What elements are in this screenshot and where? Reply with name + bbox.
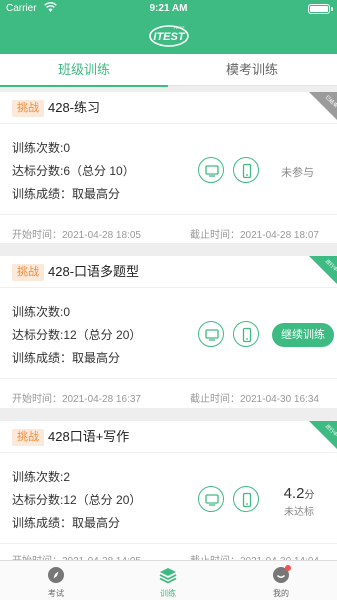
status-corner-ribbon: 进行中 — [309, 256, 337, 284]
tab-bar: 班级训练 模考训练 — [0, 54, 337, 87]
card-title: 428-练习 — [48, 100, 101, 115]
nav-exam[interactable]: 考试 — [0, 561, 112, 600]
start-time: 开始时间：2021-04-28 14:05 — [12, 552, 141, 560]
nav-label: 我的 — [273, 589, 289, 598]
tab-mock-training[interactable]: 模考训练 — [168, 54, 336, 86]
challenge-badge: 挑战 — [12, 429, 44, 446]
battery-cap — [331, 7, 333, 11]
participation-status: 未参与 — [281, 167, 314, 179]
tab-label: 模考训练 — [225, 62, 278, 77]
computer-mode-button[interactable] — [198, 486, 224, 512]
mobile-mode-button[interactable] — [233, 321, 259, 347]
score-value: 4.2 — [283, 485, 305, 502]
start-time: 开始时间：2021-04-28 16:37 — [12, 394, 141, 405]
pass-score: 达标分数:12（总分 20） — [12, 328, 142, 342]
computer-mode-button[interactable] — [198, 321, 224, 347]
status-corner-ribbon: 进行中 — [309, 421, 337, 449]
monitor-icon — [205, 329, 219, 341]
continue-training-button[interactable]: 继续训练 — [272, 323, 334, 347]
challenge-badge: 挑战 — [12, 100, 44, 117]
nav-label: 考试 — [48, 589, 64, 598]
itest-logo: ITEST FLTRP — [148, 22, 190, 48]
attempt-count: 训练次数:2 — [12, 470, 71, 484]
attempt-count: 训练次数:0 — [12, 141, 71, 155]
status-corner-ribbon: 已结束 — [309, 92, 337, 120]
compass-icon — [48, 567, 64, 583]
monitor-icon — [205, 494, 219, 506]
logo-small-text: FLTRP — [174, 26, 185, 30]
card-title: 428口语+写作 — [48, 429, 130, 444]
training-card[interactable]: 挑战 428-口语多题型 进行中 训练次数:0 达标分数:12（总分 20） 训… — [0, 256, 337, 408]
phone-icon — [242, 163, 252, 179]
card-header: 挑战 428-口语多题型 — [0, 256, 337, 288]
start-time: 开始时间：2021-04-28 18:05 — [12, 230, 141, 241]
clock-label: 9:21 AM — [149, 3, 188, 14]
notification-dot — [285, 565, 291, 571]
monitor-icon — [205, 165, 219, 177]
logo-text: ITEST — [153, 31, 185, 43]
tab-class-training[interactable]: 班级训练 — [0, 54, 168, 87]
nav-label: 训练 — [160, 589, 176, 598]
card-header: 挑战 428口语+写作 — [0, 421, 337, 453]
end-time: 截止时间：2021-04-30 14:04 — [190, 552, 319, 560]
nav-profile[interactable]: 我的 — [225, 561, 337, 600]
mobile-mode-button[interactable] — [233, 486, 259, 512]
training-card[interactable]: 挑战 428-练习 已结束 训练次数:0 达标分数:6（总分 10） 训练成绩：… — [0, 92, 337, 243]
card-title: 428-口语多题型 — [48, 264, 140, 279]
score-unit: 分 — [304, 490, 315, 501]
card-divider — [0, 543, 337, 544]
score-display: 4.2分 未达标 — [276, 485, 322, 518]
card-divider — [0, 378, 337, 379]
end-time: 截止时间：2021-04-30 16:34 — [190, 394, 319, 405]
pass-score: 达标分数:12（总分 20） — [12, 493, 142, 507]
score-rule: 训练成绩：取最高分 — [12, 516, 121, 530]
phone-icon — [242, 327, 252, 343]
header-bar: Carrier 9:21 AM ITEST FLTRP — [0, 0, 337, 54]
mobile-mode-button[interactable] — [233, 157, 259, 183]
score-rule: 训练成绩：取最高分 — [12, 187, 121, 201]
tab-label: 班级训练 — [57, 62, 110, 77]
score-rule: 训练成绩：取最高分 — [12, 351, 121, 365]
bottom-navigation: 考试 训练 我的 — [0, 560, 337, 600]
nav-training[interactable]: 训练 — [112, 561, 224, 600]
layers-icon — [159, 568, 177, 584]
battery-icon — [308, 4, 330, 14]
pass-score: 达标分数:6（总分 10） — [12, 164, 135, 178]
active-tab-indicator — [0, 85, 168, 87]
status-bar: Carrier 9:21 AM — [0, 0, 337, 18]
card-divider — [0, 214, 337, 215]
card-header: 挑战 428-练习 — [0, 92, 337, 124]
computer-mode-button[interactable] — [198, 157, 224, 183]
score-status: 未达标 — [284, 507, 314, 518]
training-card[interactable]: 挑战 428口语+写作 进行中 训练次数:2 达标分数:12（总分 20） 训练… — [0, 421, 337, 560]
challenge-badge: 挑战 — [12, 264, 44, 281]
phone-icon — [242, 492, 252, 508]
attempt-count: 训练次数:0 — [12, 305, 71, 319]
end-time: 截止时间：2021-04-28 18:07 — [190, 230, 319, 241]
